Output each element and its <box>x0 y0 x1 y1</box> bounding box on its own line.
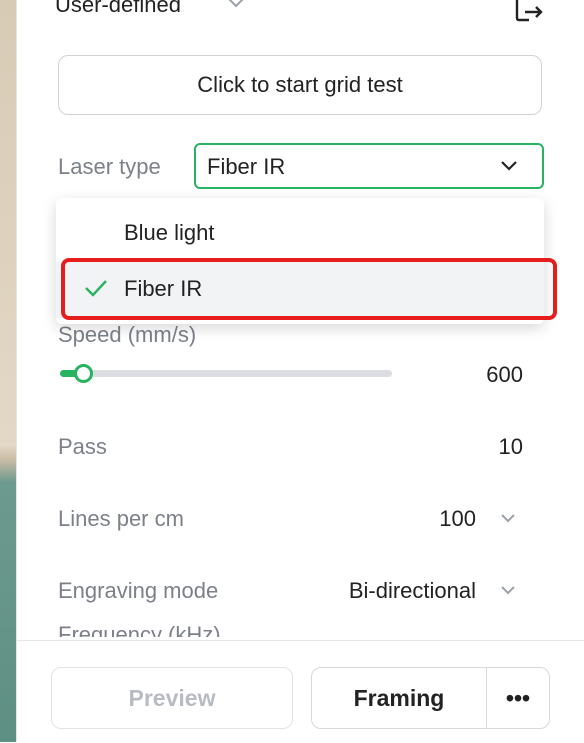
option-label: Blue light <box>124 220 215 245</box>
speed-label: Speed (mm/s) <box>58 322 197 347</box>
speed-value[interactable]: 600 <box>460 362 523 388</box>
framing-button[interactable]: Framing <box>311 667 487 729</box>
footer-bar: Preview Framing ••• <box>17 640 584 743</box>
chevron-down-icon <box>500 159 518 178</box>
canvas-edge <box>0 0 17 742</box>
laser-type-select[interactable]: Fiber IR <box>194 143 544 189</box>
more-icon[interactable]: ••• <box>486 667 550 729</box>
laser-type-value: Fiber IR <box>207 154 286 179</box>
laser-type-label: Laser type <box>58 154 161 179</box>
chevron-down-icon[interactable] <box>227 0 245 19</box>
chevron-down-icon[interactable] <box>500 582 516 603</box>
pass-label: Pass <box>58 434 107 459</box>
chevron-down-icon[interactable] <box>500 510 516 531</box>
engraving-mode-value[interactable]: Bi-directional <box>296 578 476 604</box>
preset-select-value[interactable]: User-defined <box>55 0 181 18</box>
export-icon[interactable] <box>513 0 545 29</box>
lines-per-cm-value[interactable]: 100 <box>400 506 476 532</box>
speed-slider-track[interactable] <box>60 370 392 377</box>
engraving-mode-label: Engraving mode <box>58 578 219 603</box>
pass-value[interactable]: 10 <box>460 434 523 460</box>
lines-per-cm-label: Lines per cm <box>58 506 184 531</box>
speed-slider-handle[interactable] <box>74 364 94 383</box>
preset-row: User-defined <box>55 0 555 22</box>
preview-button[interactable]: Preview <box>51 667 293 729</box>
frequency-label: Frequency (kHz) <box>58 622 221 637</box>
grid-test-button[interactable]: Click to start grid test <box>58 55 542 115</box>
selection-highlight <box>61 258 557 320</box>
laser-option-blue-light[interactable]: Blue light <box>56 206 544 262</box>
